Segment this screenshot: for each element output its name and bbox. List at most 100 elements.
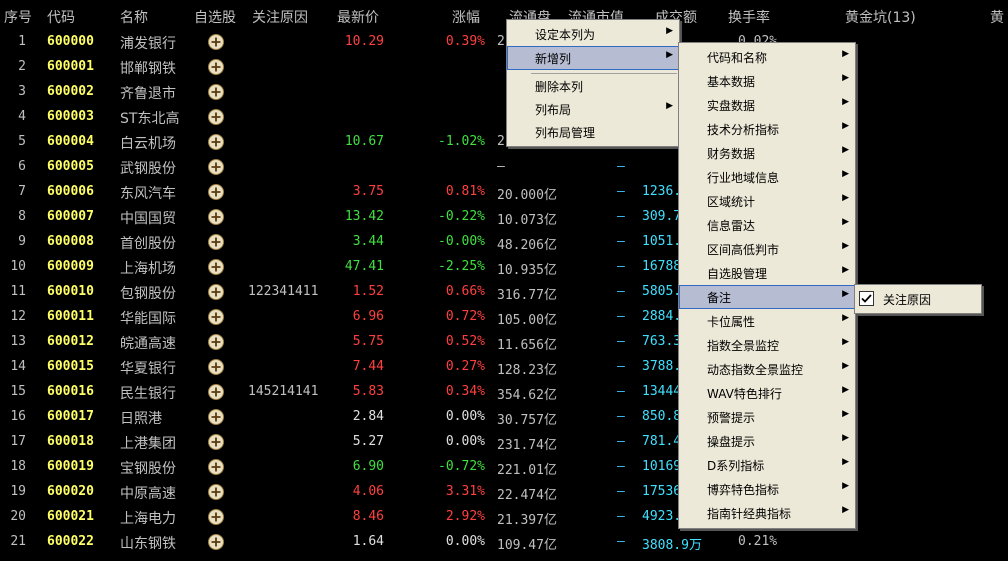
- row-float-shares: 22.474亿: [497, 488, 557, 503]
- row-seq: 18: [10, 459, 26, 474]
- table-row[interactable]: 7 600006 东风汽车 3.75 0.81% 20.000亿 — 1236.: [0, 180, 1008, 205]
- submenu-item-2[interactable]: 基本数据 ▶: [679, 69, 855, 93]
- submenu-item-6[interactable]: 行业地域信息 ▶: [679, 165, 855, 189]
- table-row[interactable]: 15 600016 民生银行 145214141 5.83 0.34% 354.62亿 — 13…: [0, 380, 1008, 405]
- add-favorite-icon[interactable]: [207, 283, 225, 301]
- submenu-arrow-icon: ▶: [842, 241, 849, 251]
- menu-item-label: 区间高低判市: [707, 243, 780, 257]
- add-favorite-icon[interactable]: [207, 308, 225, 326]
- header-seq[interactable]: 序号: [4, 7, 32, 27]
- header-code[interactable]: 代码: [47, 7, 75, 27]
- add-favorite-icon[interactable]: [207, 233, 225, 251]
- add-favorite-icon[interactable]: [207, 483, 225, 501]
- add-favorite-icon[interactable]: [207, 258, 225, 276]
- header-change[interactable]: 涨幅: [452, 7, 480, 27]
- add-favorite-icon[interactable]: [207, 358, 225, 376]
- submenu-item-10[interactable]: 自选股管理 ▶: [679, 261, 855, 285]
- submenu-item-16[interactable]: 预警提示 ▶: [679, 405, 855, 429]
- table-row[interactable]: 16 600017 日照港 2.84 0.00% 30.757亿 — 850.8: [0, 405, 1008, 430]
- row-price: 7.44: [352, 359, 384, 374]
- table-row[interactable]: 9 600008 首创股份 3.44 -0.00% 48.206亿 — 1051.: [0, 230, 1008, 255]
- add-favorite-icon[interactable]: [207, 183, 225, 201]
- table-row[interactable]: 13 600012 皖通高速 5.75 0.52% 11.656亿 — 763.3: [0, 330, 1008, 355]
- row-volume: 3808.9万: [642, 538, 702, 553]
- menu-item-delete-column[interactable]: 删除本列: [507, 74, 679, 98]
- header-sector[interactable]: 黄金坑(13): [845, 7, 916, 27]
- submenu-arrow-icon: ▶: [842, 289, 849, 299]
- add-favorite-icon[interactable]: [207, 133, 225, 151]
- add-favorite-icon[interactable]: [207, 108, 225, 126]
- add-favorite-icon[interactable]: [207, 158, 225, 176]
- submenu-item-15[interactable]: WAV特色排行 ▶: [679, 381, 855, 405]
- add-favorite-icon[interactable]: [207, 533, 225, 551]
- menu-item-label: 列布局: [535, 103, 572, 117]
- menu-item-focus-reason[interactable]: 关注原因: [855, 287, 981, 311]
- submenu-arrow-icon: ▶: [842, 361, 849, 371]
- menu-item-label: 关注原因: [883, 293, 932, 307]
- submenu-item-5[interactable]: 财务数据 ▶: [679, 141, 855, 165]
- submenu-item-4[interactable]: 技术分析指标 ▶: [679, 117, 855, 141]
- header-price[interactable]: 最新价: [337, 7, 379, 27]
- header-fav[interactable]: 自选股: [194, 7, 236, 27]
- submenu-item-8[interactable]: 信息雷达 ▶: [679, 213, 855, 237]
- table-row[interactable]: 19 600020 中原高速 4.06 3.31% 22.474亿 — 17536: [0, 480, 1008, 505]
- table-row[interactable]: 17 600018 上港集团 5.27 0.00% 231.74亿 — 781.4: [0, 430, 1008, 455]
- submenu-item-12[interactable]: 卡位属性 ▶: [679, 309, 855, 333]
- submenu-arrow-icon: ▶: [842, 337, 849, 347]
- row-seq: 15: [10, 384, 26, 399]
- header-reason[interactable]: 关注原因: [252, 7, 308, 27]
- submenu-item-11[interactable]: 备注 ▶: [679, 285, 855, 309]
- table-row[interactable]: 21 600022 山东钢铁 1.64 0.00% 109.47亿 — 3808.9万 0.21…: [0, 530, 1008, 555]
- table-row[interactable]: 8 600007 中国国贸 13.42 -0.22% 10.073亿 — 309.7: [0, 205, 1008, 230]
- row-price: 3.44: [352, 234, 384, 249]
- table-row[interactable]: 3 600002 齐鲁退市: [0, 80, 1008, 105]
- menu-item-set-column[interactable]: 设定本列为 ▶: [507, 22, 679, 46]
- table-row[interactable]: 10 600009 上海机场 47.41 -2.25% 10.935亿 — 16788: [0, 255, 1008, 280]
- table-row[interactable]: 6 600005 武钢股份 — —: [0, 155, 1008, 180]
- add-favorite-icon[interactable]: [207, 383, 225, 401]
- submenu-item-3[interactable]: 实盘数据 ▶: [679, 93, 855, 117]
- menu-item-layout-manage[interactable]: 列布局管理: [507, 120, 679, 144]
- menu-item-add-column[interactable]: 新增列 ▶: [507, 46, 679, 70]
- add-favorite-icon[interactable]: [207, 458, 225, 476]
- table-row[interactable]: 2 600001 邯郸钢铁: [0, 55, 1008, 80]
- menu-item-label: 自选股管理: [707, 267, 768, 281]
- table-row[interactable]: 5 600004 白云机场 10.67 -1.02% 2: [0, 130, 1008, 155]
- header-turnover[interactable]: 换手率: [728, 7, 770, 27]
- add-favorite-icon[interactable]: [207, 508, 225, 526]
- table-row[interactable]: 1600000浦发银行10.290.39%22万0.02%: [0, 30, 1008, 55]
- add-favorite-icon[interactable]: [207, 433, 225, 451]
- row-change: 0.52%: [445, 334, 485, 349]
- submenu-item-13[interactable]: 指数全景监控 ▶: [679, 333, 855, 357]
- add-favorite-icon[interactable]: [207, 208, 225, 226]
- submenu-item-14[interactable]: 动态指数全景监控 ▶: [679, 357, 855, 381]
- table-row[interactable]: 4 600003 ST东北高: [0, 105, 1008, 130]
- row-float-mv: —: [617, 534, 625, 549]
- submenu-item-17[interactable]: 操盘提示 ▶: [679, 429, 855, 453]
- submenu-item-7[interactable]: 区域统计 ▶: [679, 189, 855, 213]
- row-price: 5.27: [352, 434, 384, 449]
- submenu-arrow-icon: ▶: [842, 265, 849, 275]
- row-name: 中原高速: [120, 486, 176, 502]
- submenu-item-9[interactable]: 区间高低判市 ▶: [679, 237, 855, 261]
- add-favorite-icon[interactable]: [207, 333, 225, 351]
- submenu-item-1[interactable]: 代码和名称 ▶: [679, 45, 855, 69]
- add-favorite-icon[interactable]: [207, 33, 225, 51]
- submenu-item-18[interactable]: D系列指标 ▶: [679, 453, 855, 477]
- table-row[interactable]: 20 600021 上海电力 8.46 2.92% 21.397亿 — 4923.: [0, 505, 1008, 530]
- row-code: 600008: [47, 234, 94, 249]
- menu-item-column-layout[interactable]: 列布局 ▶: [507, 97, 679, 121]
- table-row[interactable]: 18 600019 宝钢股份 6.90 -0.72% 221.01亿 — 10169: [0, 455, 1008, 480]
- header-name[interactable]: 名称: [120, 7, 148, 27]
- table-row[interactable]: 14 600015 华夏银行 7.44 0.27% 128.23亿 — 3788.: [0, 355, 1008, 380]
- menu-item-label: D系列指标: [707, 459, 765, 473]
- header-extra[interactable]: 黄: [990, 7, 1004, 27]
- add-favorite-icon[interactable]: [207, 408, 225, 426]
- submenu-item-20[interactable]: 指南针经典指标 ▶: [679, 501, 855, 525]
- row-float-shares: 354.62亿: [497, 388, 557, 403]
- submenu-item-19[interactable]: 博弈特色指标 ▶: [679, 477, 855, 501]
- add-favorite-icon[interactable]: [207, 83, 225, 101]
- add-favorite-icon[interactable]: [207, 58, 225, 76]
- menu-item-label: 博弈特色指标: [707, 483, 780, 497]
- row-float-mv: —: [617, 484, 625, 499]
